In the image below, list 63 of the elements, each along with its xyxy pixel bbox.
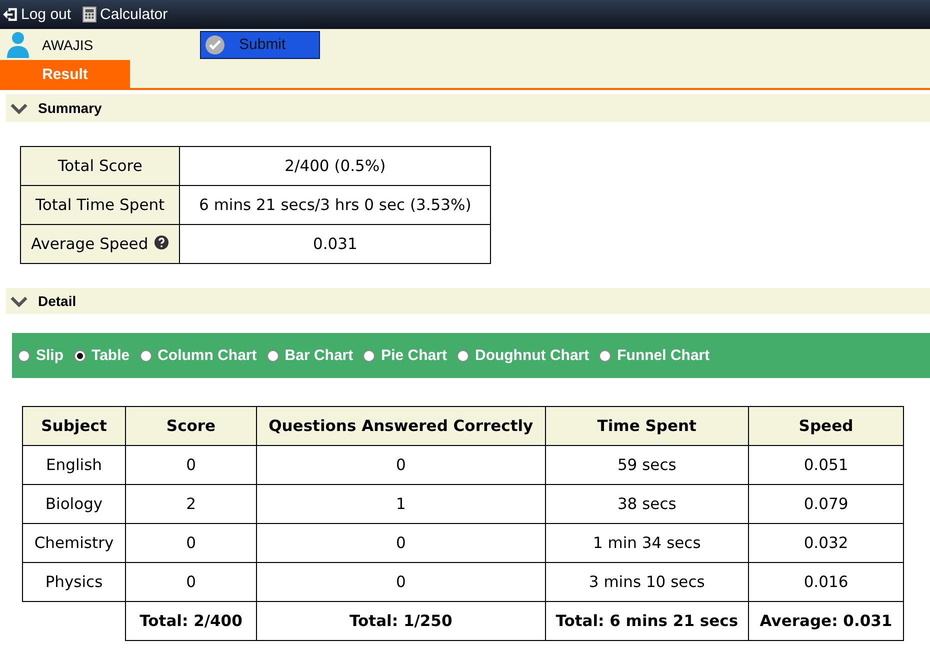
view-radio-option[interactable]: Doughnut Chart bbox=[456, 347, 590, 364]
table-cell: 3 mins 10 secs bbox=[545, 562, 748, 602]
toolbar-link[interactable]: Calculator bbox=[81, 6, 168, 23]
table-cell: Biology bbox=[22, 484, 126, 524]
table-cell: 0.032 bbox=[748, 524, 904, 562]
table-cell: 0.079 bbox=[748, 484, 904, 524]
section-title: Summary bbox=[38, 100, 102, 116]
view-radio-option[interactable]: Bar Chart bbox=[266, 347, 354, 364]
radio-button[interactable] bbox=[456, 350, 469, 362]
help-icon[interactable] bbox=[154, 235, 170, 250]
table-cell: 0.016 bbox=[748, 562, 904, 602]
radio-button[interactable] bbox=[599, 350, 612, 362]
table-cell: 1 min 34 secs bbox=[545, 524, 748, 562]
result-tab[interactable]: Result bbox=[0, 60, 130, 88]
table-cell: Physics bbox=[22, 562, 126, 602]
radio-button[interactable] bbox=[18, 350, 30, 362]
table-cell: 0 bbox=[126, 446, 256, 484]
column-header: Questions Answered Correctly bbox=[256, 406, 546, 446]
table-cell: 0 bbox=[256, 446, 546, 484]
radio-button[interactable] bbox=[266, 350, 279, 362]
section-title: Detail bbox=[38, 293, 76, 309]
table-cell: Total Time Spent bbox=[20, 186, 180, 224]
radio-button[interactable] bbox=[140, 350, 152, 362]
submit-button[interactable]: Submit bbox=[200, 30, 320, 58]
section-header[interactable]: Detail bbox=[6, 288, 930, 314]
total-cell: Total: 2/400 bbox=[126, 602, 256, 640]
table-cell: 0 bbox=[126, 562, 256, 602]
table-cell: 6 mins 21 secs/3 hrs 0 sec (3.53%) bbox=[180, 186, 491, 224]
table-cell: 38 secs bbox=[545, 484, 748, 524]
table-cell: 0.051 bbox=[748, 446, 904, 484]
user-avatar-icon bbox=[6, 30, 30, 58]
table-cell: 0 bbox=[126, 524, 256, 562]
view-radio-option[interactable]: Column Chart bbox=[140, 347, 257, 364]
table-cell: Total Score bbox=[20, 146, 180, 186]
radio-button[interactable] bbox=[74, 350, 86, 362]
table-cell: 0 bbox=[256, 562, 546, 602]
calculator-icon bbox=[81, 6, 98, 23]
column-header: Time Spent bbox=[545, 406, 748, 446]
table-cell: Average Speed bbox=[20, 224, 180, 264]
table-cell: 59 secs bbox=[545, 446, 748, 484]
toolbar-link[interactable]: Log out bbox=[2, 6, 72, 23]
checkmark-icon bbox=[205, 34, 225, 54]
table-cell: Chemistry bbox=[22, 524, 126, 562]
table-cell: 2/400 (0.5%) bbox=[180, 146, 491, 186]
radio-button[interactable] bbox=[363, 350, 376, 362]
table-cell: 0 bbox=[256, 524, 546, 562]
column-header: Score bbox=[126, 406, 256, 446]
table-cell: 2 bbox=[126, 484, 256, 524]
column-header: Speed bbox=[748, 406, 904, 446]
total-cell: Average: 0.031 bbox=[748, 602, 904, 640]
view-radio-option[interactable]: Funnel Chart bbox=[599, 347, 710, 364]
section-header[interactable]: Summary bbox=[6, 94, 930, 122]
view-radio-option[interactable]: Slip bbox=[18, 347, 64, 364]
column-header: Subject bbox=[22, 406, 126, 446]
view-radio-option[interactable]: Pie Chart bbox=[363, 347, 447, 364]
user-name: AWAJIS bbox=[42, 36, 94, 52]
total-cell: Total: 6 mins 21 secs bbox=[545, 602, 748, 640]
total-cell: Total: 1/250 bbox=[256, 602, 546, 640]
view-radio-option[interactable]: Table bbox=[74, 347, 130, 364]
table-cell: English bbox=[22, 446, 126, 484]
logout-icon bbox=[2, 6, 19, 23]
table-cell: 0.031 bbox=[180, 224, 491, 264]
table-cell: 1 bbox=[256, 484, 546, 524]
